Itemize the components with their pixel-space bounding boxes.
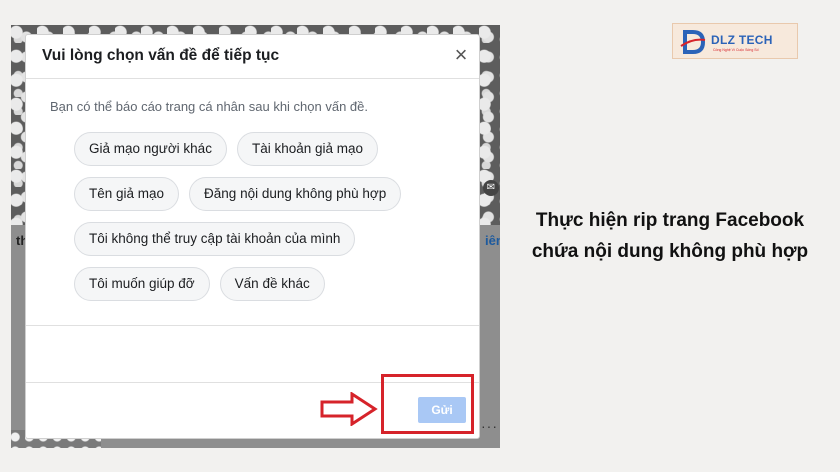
option-fake-name[interactable]: Tên giả mạo xyxy=(74,177,180,211)
caption: Thực hiện rip trang Facebook chứa nội du… xyxy=(510,205,830,267)
right-arrow-icon xyxy=(320,392,378,426)
option-other-issue[interactable]: Vấn đề khác xyxy=(219,267,325,301)
caption-line-1: Thực hiện rip trang Facebook xyxy=(535,210,805,231)
more-icon: ··· xyxy=(481,418,498,434)
highlight-box xyxy=(381,374,474,434)
divider xyxy=(26,325,479,326)
option-cannot-access-account[interactable]: Tôi không thể truy cập tài khoản của mìn… xyxy=(74,222,356,256)
caption-line-2: chứa nội dung không phù hợp xyxy=(531,241,809,262)
dialog-title: Vui lòng chọn vấn đề để tiếp tục xyxy=(42,47,280,64)
close-icon[interactable]: × xyxy=(450,44,472,67)
dialog-header: Vui lòng chọn vấn đề để tiếp tục × xyxy=(26,35,479,79)
logo-tagline: Công Nghệ Vì Cuộc Sống Số xyxy=(713,48,759,52)
option-list: Giả mạo người khác Tài khoản giả mạo Tên… xyxy=(74,132,454,312)
logo-icon xyxy=(680,30,706,54)
messenger-icon: ✉ xyxy=(483,180,499,196)
option-fake-account[interactable]: Tài khoản giả mạo xyxy=(236,132,379,166)
dialog-subtitle: Bạn có thể báo cáo trang cá nhân sau khi… xyxy=(50,99,369,114)
brand-logo: DLZ TECH Công Nghệ Vì Cuộc Sống Số xyxy=(672,23,798,59)
background-text-right: iêm xyxy=(485,233,500,248)
option-impersonation[interactable]: Giả mạo người khác xyxy=(74,132,227,166)
option-inappropriate-content[interactable]: Đăng nội dung không phù hợp xyxy=(189,177,402,211)
logo-text: DLZ TECH xyxy=(711,33,773,47)
option-want-help[interactable]: Tôi muốn giúp đỡ xyxy=(74,267,210,301)
